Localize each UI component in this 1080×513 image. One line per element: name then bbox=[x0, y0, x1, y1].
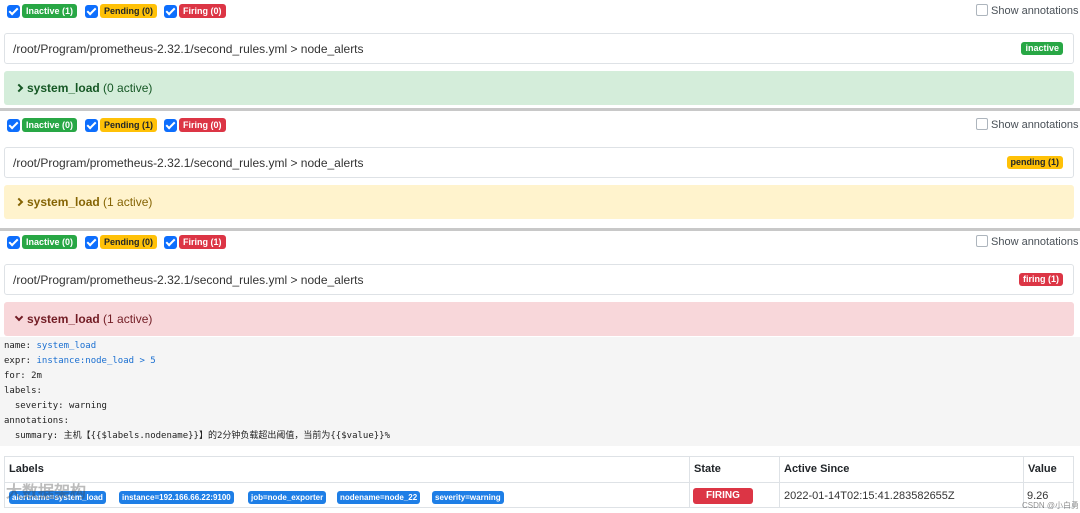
pending-filter-badge[interactable]: Pending (0) bbox=[100, 4, 157, 18]
column-divider bbox=[689, 457, 690, 507]
group-name: system_load bbox=[27, 312, 100, 326]
pending-checkbox[interactable] bbox=[85, 119, 98, 132]
watermark-credit: CSDN @小白勇 bbox=[1022, 501, 1080, 510]
rule-file-path: /root/Program/prometheus-2.32.1/second_r… bbox=[13, 42, 364, 56]
table-divider bbox=[5, 482, 1073, 483]
rule-group-toggle[interactable]: system_load (0 active) bbox=[4, 71, 1074, 105]
rule-definition: name: system_load expr: instance:node_lo… bbox=[0, 337, 1080, 446]
rule-file-path: /root/Program/prometheus-2.32.1/second_r… bbox=[13, 273, 364, 287]
show-annotations-checkbox[interactable] bbox=[976, 118, 988, 130]
show-annotations-label: Show annotations bbox=[991, 5, 1079, 17]
inactive-filter-badge[interactable]: Inactive (1) bbox=[22, 4, 78, 18]
rule-file-path: /root/Program/prometheus-2.32.1/second_r… bbox=[13, 156, 364, 170]
file-state-badge: pending (1) bbox=[1006, 156, 1063, 169]
state-filter-bar: Inactive (0) Pending (1) Firing (0) Show… bbox=[0, 118, 1080, 142]
show-annotations-toggle[interactable]: Show annotations bbox=[976, 4, 1078, 18]
active-since-value: 2022-01-14T02:15:41.283582655Z bbox=[784, 490, 955, 502]
firing-checkbox[interactable] bbox=[164, 119, 177, 132]
pending-checkbox[interactable] bbox=[85, 236, 98, 249]
labels-header: Labels bbox=[9, 463, 44, 475]
rule-group-toggle[interactable]: system_load (1 active) bbox=[4, 185, 1074, 219]
file-state-badge: inactive bbox=[1021, 42, 1063, 55]
group-name: system_load bbox=[27, 195, 100, 209]
watermark: 大数据架构 bbox=[6, 484, 87, 501]
rule-annotations-key: annotations: bbox=[4, 416, 70, 426]
show-annotations-checkbox[interactable] bbox=[976, 4, 988, 16]
show-annotations-checkbox[interactable] bbox=[976, 235, 988, 247]
pending-filter-badge[interactable]: Pending (0) bbox=[100, 235, 157, 249]
label-badge-instance: instance=192.166.66.22:9100 bbox=[119, 491, 234, 504]
panel-divider bbox=[0, 228, 1080, 231]
firing-filter-badge[interactable]: Firing (0) bbox=[179, 118, 226, 132]
alert-state-badge: FIRING bbox=[693, 488, 753, 504]
alerts-table: Labels State Active Since Value alertnam… bbox=[4, 456, 1074, 508]
active-since-header: Active Since bbox=[784, 463, 850, 475]
pending-filter-badge[interactable]: Pending (1) bbox=[100, 118, 157, 132]
inactive-checkbox[interactable] bbox=[7, 119, 20, 132]
firing-filter-badge[interactable]: Firing (0) bbox=[179, 4, 226, 18]
firing-checkbox[interactable] bbox=[164, 236, 177, 249]
rule-name-link[interactable]: system_load bbox=[37, 341, 97, 351]
inactive-checkbox[interactable] bbox=[7, 5, 20, 18]
label-badge-severity: severity=warning bbox=[432, 491, 504, 504]
value-header: Value bbox=[1028, 463, 1057, 475]
rule-summary: summary: 主机【{{$labels.nodename}}】的2分钟负载超… bbox=[4, 431, 390, 441]
group-active-count: (1 active) bbox=[103, 312, 153, 326]
rule-group-toggle[interactable]: system_load (1 active) bbox=[4, 302, 1074, 336]
pending-checkbox[interactable] bbox=[85, 5, 98, 18]
inactive-filter-badge[interactable]: Inactive (0) bbox=[22, 118, 78, 132]
file-state-badge: firing (1) bbox=[1019, 273, 1063, 286]
rule-name-key: name: bbox=[4, 341, 32, 351]
rule-labels-key: labels: bbox=[4, 386, 42, 396]
state-header: State bbox=[694, 463, 721, 475]
chevron-down-icon bbox=[14, 312, 24, 322]
rule-file-header: /root/Program/prometheus-2.32.1/second_r… bbox=[4, 264, 1074, 295]
column-divider bbox=[779, 457, 780, 507]
state-filter-bar: Inactive (0) Pending (0) Firing (1) Show… bbox=[0, 235, 1080, 259]
label-badge-nodename: nodename=node_22 bbox=[337, 491, 421, 504]
rule-expr-key: expr: bbox=[4, 356, 32, 366]
group-name: system_load bbox=[27, 81, 100, 95]
chevron-right-icon bbox=[14, 197, 24, 207]
group-active-count: (0 active) bbox=[103, 81, 153, 95]
chevron-right-icon bbox=[14, 83, 24, 93]
group-active-count: (1 active) bbox=[103, 195, 153, 209]
rule-severity: severity: warning bbox=[4, 401, 107, 411]
show-annotations-label: Show annotations bbox=[991, 236, 1079, 248]
rule-file-header: /root/Program/prometheus-2.32.1/second_r… bbox=[4, 33, 1074, 64]
panel-divider bbox=[0, 108, 1080, 111]
state-filter-bar: Inactive (1) Pending (0) Firing (0) Show… bbox=[0, 4, 1080, 28]
label-badge-job: job=node_exporter bbox=[248, 491, 327, 504]
show-annotations-toggle[interactable]: Show annotations bbox=[976, 235, 1078, 249]
rule-for: for: 2m bbox=[4, 371, 42, 381]
show-annotations-label: Show annotations bbox=[991, 119, 1079, 131]
rule-expr-link[interactable]: instance:node_load > 5 bbox=[37, 356, 156, 366]
show-annotations-toggle[interactable]: Show annotations bbox=[976, 118, 1078, 132]
rule-file-header: /root/Program/prometheus-2.32.1/second_r… bbox=[4, 147, 1074, 178]
inactive-checkbox[interactable] bbox=[7, 236, 20, 249]
firing-checkbox[interactable] bbox=[164, 5, 177, 18]
inactive-filter-badge[interactable]: Inactive (0) bbox=[22, 235, 78, 249]
firing-filter-badge[interactable]: Firing (1) bbox=[179, 235, 226, 249]
